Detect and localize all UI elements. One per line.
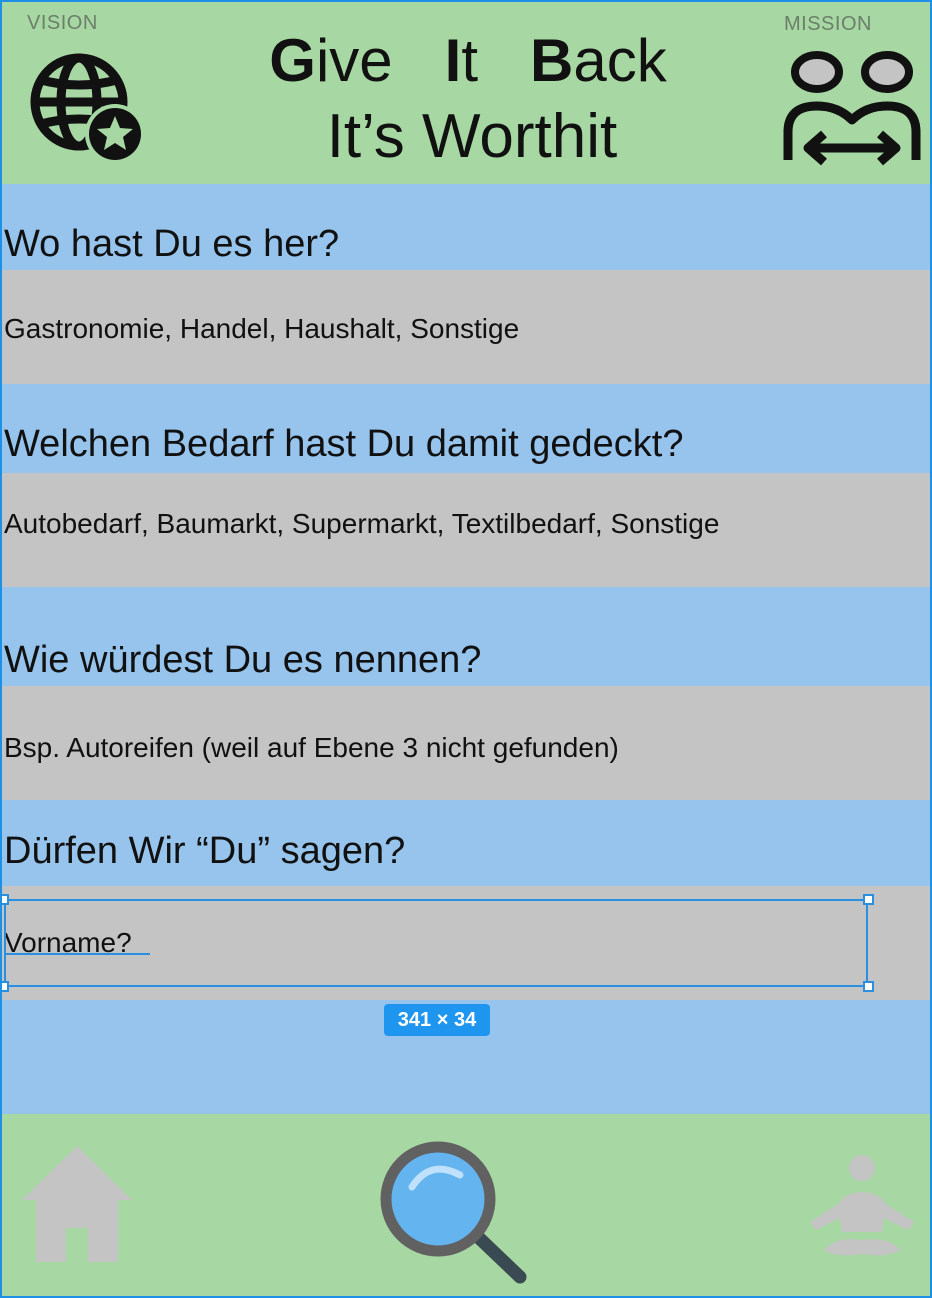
selection-handle-bottom-right[interactable] — [863, 981, 874, 992]
answer-1[interactable]: Gastronomie, Handel, Haushalt, Sonstige — [4, 313, 519, 345]
search-icon[interactable] — [378, 1141, 530, 1285]
title-initial-b: B — [530, 27, 574, 94]
selection-size-badge: 341 × 34 — [384, 1004, 490, 1036]
title-rest-ive: ive — [315, 27, 393, 94]
selection-box[interactable] — [4, 899, 868, 987]
home-icon[interactable] — [20, 1144, 134, 1264]
header: VISION MISSION Give It Back It’s Worthit — [2, 2, 930, 184]
title-initial-i: I — [444, 27, 462, 94]
selection-handle-top-left[interactable] — [2, 894, 9, 905]
app-frame: VISION MISSION GiveItBack It’s Worthit — [0, 0, 932, 1298]
title-rest-ack: ack — [573, 27, 667, 94]
answer-2[interactable]: Autobedarf, Baumarkt, Supermarkt, Textil… — [4, 508, 719, 540]
selection-handle-bottom-left[interactable] — [2, 981, 9, 992]
people-exchange-icon[interactable] — [782, 50, 922, 166]
title-rest-t: t — [461, 27, 478, 94]
title-initial-g: G — [269, 27, 316, 94]
question-3: Wie würdest Du es nennen? — [4, 639, 482, 681]
selection-handle-top-right[interactable] — [863, 894, 874, 905]
question-4: Dürfen Wir “Du” sagen? — [4, 830, 406, 872]
yoga-icon[interactable] — [806, 1154, 918, 1260]
question-2: Welchen Bedarf hast Du damit gedeckt? — [4, 423, 684, 465]
answer-3[interactable]: Bsp. Autoreifen (weil auf Ebene 3 nicht … — [4, 732, 619, 764]
question-1: Wo hast Du es her? — [4, 223, 340, 265]
